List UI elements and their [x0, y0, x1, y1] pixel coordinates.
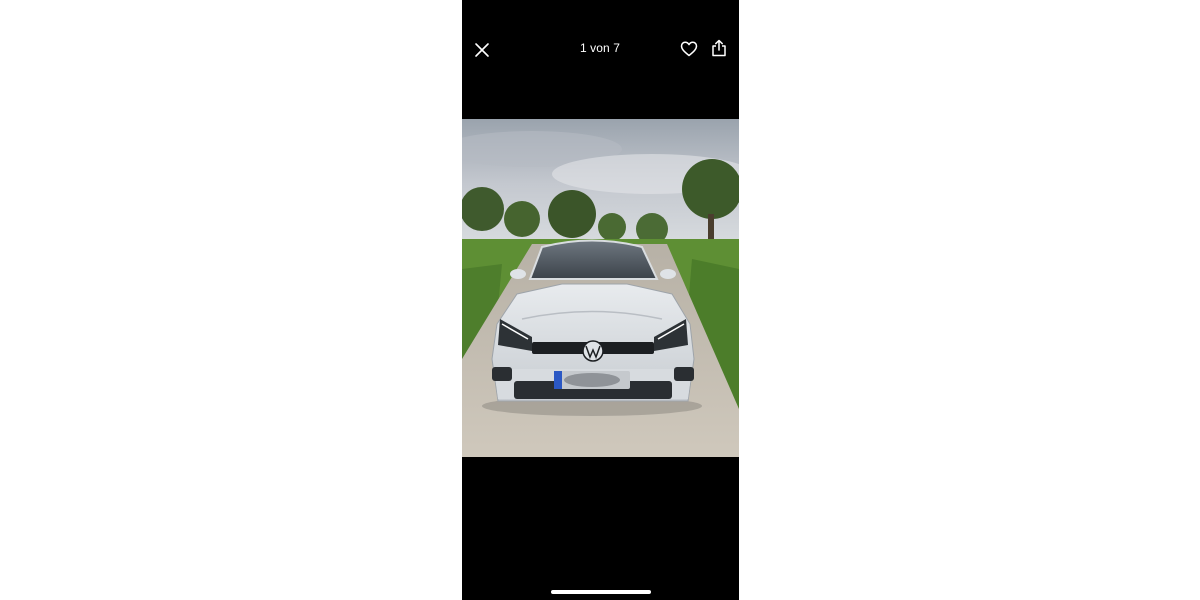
image-counter: 1 von 7 — [579, 41, 621, 55]
share-icon — [712, 39, 726, 57]
car-photo[interactable] — [462, 119, 739, 457]
share-button[interactable] — [706, 35, 732, 61]
heart-icon — [680, 41, 698, 57]
image-viewer: 1 von 7 — [462, 0, 739, 600]
favorite-button[interactable] — [676, 36, 702, 62]
close-button[interactable] — [469, 37, 495, 63]
viewer-toolbar: 1 von 7 — [462, 34, 739, 64]
close-icon — [475, 43, 489, 57]
home-indicator[interactable] — [551, 590, 651, 594]
